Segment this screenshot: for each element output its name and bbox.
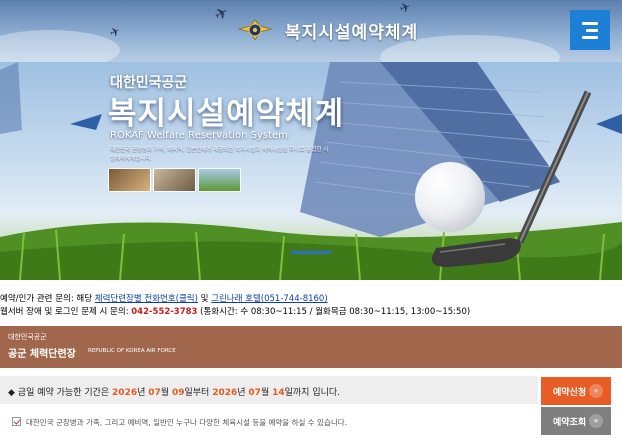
date-unit: 월 [160, 388, 172, 398]
booking-period-notice: ◆ 금일 예약 가능한 기간은 2026년 07월 09일부터 2026년 07… [0, 376, 538, 404]
contact-hours: (통화시간: 수 08:30~11:15 / 월화목금 08:30~11:15,… [197, 307, 471, 317]
cloud-decoration [0, 30, 120, 62]
jet-icon: ✈ [210, 1, 233, 26]
date-unit: 년 [137, 388, 149, 398]
start-day: 09 [171, 388, 185, 398]
date-unit: 일까지 [284, 388, 310, 398]
hotel-phone-link[interactable]: 그린나래 호텔(051-744-8160) [211, 294, 327, 304]
start-year: 2026 [112, 388, 138, 398]
diamond-icon: ◆ [8, 388, 15, 398]
check-label: 예약조회 [553, 417, 587, 428]
facility-thumbnails [108, 168, 241, 192]
booking-period-text: ◆ 금일 예약 가능한 기간은 2026년 07월 09일부터 2026년 07… [8, 385, 340, 398]
slider-indicator[interactable] [291, 251, 331, 254]
reservation-apply-button[interactable]: 예약신청 » [541, 377, 611, 405]
double-chevron-right-icon: » [589, 414, 603, 428]
server-phone-number: 042-552-3783 [131, 307, 198, 317]
start-month: 07 [148, 388, 161, 398]
date-unit: 일부터 [184, 388, 213, 398]
menu-button[interactable] [570, 10, 610, 50]
contact-label: 예약/인가 관련 문의: 해당 [0, 294, 95, 304]
end-year: 2026 [212, 388, 238, 398]
end-day: 14 [272, 388, 285, 398]
end-month: 07 [248, 388, 261, 398]
booking-prefix: 금일 예약 가능한 기간은 [17, 388, 113, 398]
hero-title: 복지시설예약체계 [108, 96, 345, 132]
air-force-emblem-icon[interactable] [238, 14, 272, 48]
date-unit: 월 [260, 388, 273, 398]
date-unit: 년 [237, 388, 249, 398]
double-chevron-right-icon: » [589, 384, 603, 398]
hamburger-menu-icon [582, 21, 598, 25]
reservation-check-button[interactable]: 예약조회 » [541, 407, 611, 435]
contact-label: 웹서버 장애 및 로그인 문제 시 문의: [0, 307, 132, 317]
contact-line-server: 웹서버 장애 및 로그인 문제 시 문의: 042-552-3783 (통화시간… [0, 305, 470, 317]
checkbox-icon [12, 417, 21, 426]
contact-info: 예약/인가 관련 문의: 해당 체력단련장별 전화번호(클릭) 및 그린나래 호… [0, 288, 622, 322]
hero-description: 대한민국 군장병과 가족, 예비역, 일반인에게 제공되는 복지시설과 체력시설… [110, 147, 329, 162]
apply-label: 예약신청 [553, 387, 587, 398]
jet-icon: ✈ [107, 23, 123, 41]
site-header: ✈ ✈ ✈ 복지시설예약체계 [0, 0, 622, 62]
eligibility-notice: 대한민국 군장병과 가족, 그리고 예비역, 일반인 누구나 다양한 체육시설 … [0, 412, 538, 432]
band-english-label: REPUBLIC OF KOREA AIR FORCE [88, 348, 176, 354]
hero-banner: 대한민국공군 복지시설예약체계 ROKAF Welfare Reservatio… [0, 62, 622, 280]
site-title[interactable]: 복지시설예약체계 [285, 18, 418, 43]
golf-course-phone-link[interactable]: 체력단련장별 전화번호(클릭) [95, 294, 198, 304]
band-subtitle: 대한민국공군 [8, 333, 47, 341]
eligibility-text: 대한민국 군장병과 가족, 그리고 예비역, 일반인 누구나 다양한 체육시설 … [26, 418, 348, 427]
contact-separator: 및 [197, 294, 212, 304]
facility-thumbnail[interactable] [198, 168, 241, 192]
band-title: 공군 체력단련장 [8, 349, 76, 360]
golf-ball-image [415, 162, 485, 232]
hamburger-menu-icon [582, 35, 598, 39]
contact-line-reservation: 예약/인가 관련 문의: 해당 체력단련장별 전화번호(클릭) 및 그린나래 호… [0, 292, 328, 304]
page: ✈ ✈ ✈ 복지시설예약체계 대한민국공군 복지시설예약체계 ROKAF Wel… [0, 0, 622, 438]
booking-suffix: 입니다. [309, 388, 341, 398]
section-banner: 대한민국공군 공군 체력단련장 REPUBLIC OF KOREA AIR FO… [0, 326, 622, 368]
jet-icon: ✈ [397, 0, 414, 18]
facility-thumbnail[interactable] [108, 168, 151, 192]
hero-english-title: ROKAF Welfare Reservation System [110, 130, 288, 141]
facility-thumbnail[interactable] [153, 168, 196, 192]
hamburger-menu-icon [586, 28, 598, 32]
